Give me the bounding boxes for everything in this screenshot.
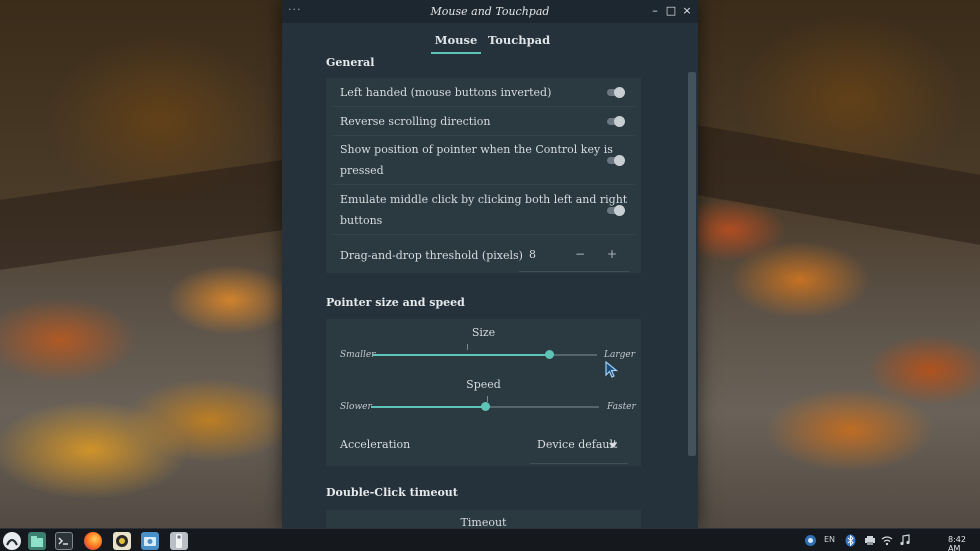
- speed-max-label: Faster: [607, 402, 636, 412]
- emulate-middle-label-line1: Emulate middle click by clicking both le…: [340, 193, 628, 206]
- drag-threshold-input[interactable]: 8: [529, 248, 536, 261]
- title-bar: ··· Mouse and Touchpad – □ ×: [282, 0, 698, 23]
- left-handed-switch[interactable]: [607, 87, 625, 98]
- row-left-handed: Left handed (mouse buttons inverted): [326, 78, 641, 107]
- tab-touchpad[interactable]: Touchpad: [488, 33, 550, 54]
- files-icon[interactable]: [28, 532, 46, 550]
- menu-icon[interactable]: [3, 532, 21, 550]
- double-click-card: Timeout: [326, 510, 641, 528]
- size-slider-title: Size: [471, 326, 496, 339]
- close-button[interactable]: ×: [680, 4, 694, 18]
- row-acceleration: Acceleration Device default: [326, 427, 641, 466]
- bluetooth-icon[interactable]: [845, 534, 856, 547]
- section-title-pointer: Pointer size and speed: [326, 296, 465, 309]
- pointer-card: Size Smaller Larger Speed Slower Faster …: [326, 319, 641, 466]
- emulate-middle-label-line2: buttons: [340, 214, 383, 227]
- tab-bar: Mouse Touchpad: [282, 23, 698, 55]
- drag-threshold-label: Drag-and-drop threshold (pixels): [340, 249, 523, 262]
- speed-default-tick: [487, 396, 488, 402]
- show-pointer-label-line2: pressed: [340, 164, 384, 177]
- minimize-button[interactable]: –: [648, 4, 662, 18]
- taskbar-clock[interactable]: 8:42 AM: [948, 535, 980, 551]
- size-slider-fill: [373, 354, 550, 356]
- dropdown-underline: [530, 463, 628, 464]
- show-pointer-label-line1: Show position of pointer when the Contro…: [340, 143, 613, 156]
- screenshot-icon[interactable]: [141, 532, 159, 550]
- music-note-icon[interactable]: [899, 534, 911, 546]
- wallpaper-railing-left: [0, 160, 282, 270]
- size-min-label: Smaller: [340, 350, 376, 360]
- row-emulate-middle: Emulate middle click by clicking both le…: [326, 185, 641, 235]
- switch-knob: [614, 116, 625, 127]
- section-title-general: General: [326, 56, 375, 69]
- speed-slider-handle[interactable]: [480, 402, 490, 411]
- size-slider-handle[interactable]: [545, 350, 555, 359]
- keyboard-layout-indicator[interactable]: EN: [824, 535, 835, 544]
- firefox-icon[interactable]: [84, 532, 102, 550]
- size-default-tick: [467, 344, 468, 350]
- switch-knob: [614, 155, 625, 166]
- reverse-scroll-label: Reverse scrolling direction: [340, 115, 491, 128]
- wifi-icon[interactable]: [881, 535, 893, 546]
- tab-mouse[interactable]: Mouse: [431, 33, 481, 54]
- audio-player-icon[interactable]: [113, 532, 131, 550]
- row-drag-threshold: Drag-and-drop threshold (pixels) 8 − +: [326, 235, 641, 273]
- update-icon[interactable]: [804, 534, 817, 547]
- show-pointer-switch[interactable]: [607, 155, 625, 166]
- terminal-icon[interactable]: [55, 532, 73, 550]
- left-handed-label: Left handed (mouse buttons inverted): [340, 86, 552, 99]
- spinbox-underline: [519, 271, 629, 272]
- acceleration-dropdown[interactable]: Device default: [537, 438, 617, 451]
- mouse-pointer-icon: [605, 361, 619, 378]
- section-title-double-click: Double-Click timeout: [326, 486, 458, 499]
- speed-slider-fill: [371, 406, 485, 408]
- vertical-scrollbar[interactable]: [688, 72, 696, 456]
- size-max-label: Larger: [604, 350, 636, 360]
- general-card: Left handed (mouse buttons inverted) Rev…: [326, 78, 641, 273]
- acceleration-label: Acceleration: [340, 438, 411, 451]
- wallpaper-railing-right: [698, 125, 980, 245]
- speed-min-label: Slower: [340, 402, 372, 412]
- usb-drive-icon[interactable]: [170, 532, 188, 550]
- emulate-middle-switch[interactable]: [607, 205, 625, 216]
- window-title: Mouse and Touchpad: [430, 5, 550, 18]
- decrement-button[interactable]: −: [572, 247, 588, 261]
- increment-button[interactable]: +: [604, 247, 620, 261]
- maximize-button[interactable]: □: [664, 4, 678, 18]
- chevron-down-icon[interactable]: [609, 443, 617, 448]
- mouse-touchpad-window: ··· Mouse and Touchpad – □ × Mouse Touch…: [282, 0, 698, 528]
- timeout-slider-title: Timeout: [460, 516, 507, 528]
- speed-slider-title: Speed: [466, 378, 501, 391]
- row-show-pointer: Show position of pointer when the Contro…: [326, 136, 641, 185]
- printer-icon[interactable]: [864, 535, 876, 546]
- row-reverse-scroll: Reverse scrolling direction: [326, 107, 641, 136]
- switch-knob: [614, 87, 625, 98]
- taskbar: EN 8:42 AM: [0, 528, 980, 551]
- switch-knob: [614, 205, 625, 216]
- reverse-scroll-switch[interactable]: [607, 116, 625, 127]
